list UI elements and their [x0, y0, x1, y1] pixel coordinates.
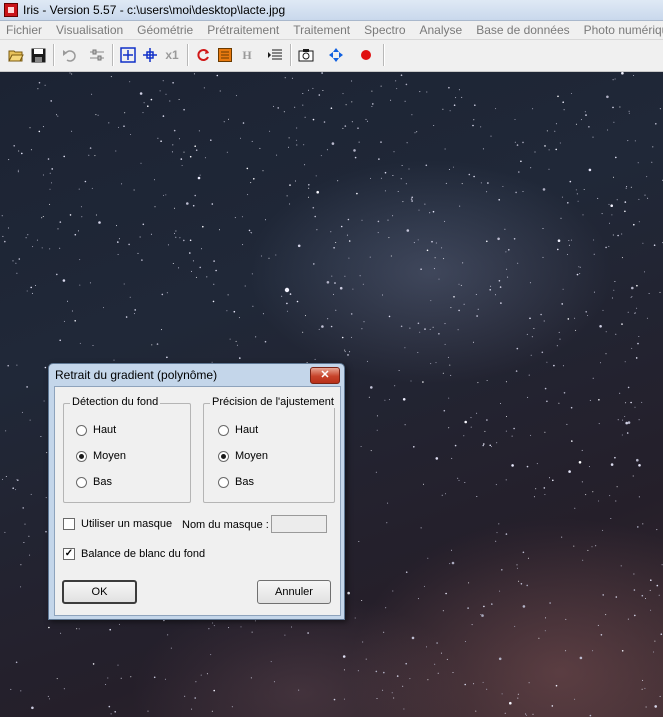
group-legend: Précision de l'ajustement: [210, 396, 336, 408]
ok-button[interactable]: OK: [62, 580, 137, 604]
zoom-move-icon[interactable]: [140, 45, 160, 65]
list-icon[interactable]: [265, 45, 285, 65]
save-icon[interactable]: [28, 45, 48, 65]
menu-visualisation[interactable]: Visualisation: [49, 23, 130, 37]
mask-name-label: Nom du masque :: [182, 519, 269, 531]
radio-label: Bas: [93, 476, 112, 488]
radio-indicator[interactable]: [218, 424, 229, 436]
undo-icon[interactable]: [60, 45, 80, 65]
menu-photo-numerique[interactable]: Photo numérique: [577, 23, 663, 37]
white-balance-checkbox[interactable]: ✓ Balance de blanc du fond: [63, 548, 205, 560]
checkbox-label: Utiliser un masque: [81, 518, 173, 530]
radio-indicator[interactable]: [76, 424, 87, 436]
background-detection-group: Détection du fond Haut Moyen Bas: [63, 396, 191, 503]
checkbox-label: Balance de blanc du fond: [81, 548, 206, 560]
radio-label: Haut: [235, 424, 259, 436]
radio-indicator[interactable]: [218, 476, 229, 488]
use-mask-checkbox[interactable]: Utiliser un masque: [63, 518, 172, 530]
fit-precision-group: Précision de l'ajustement Haut Moyen Bas: [203, 396, 336, 503]
rotate-icon[interactable]: [193, 45, 213, 65]
radio-label: Moyen: [93, 450, 127, 462]
threshold-icon[interactable]: [87, 45, 107, 65]
close-button[interactable]: ✕: [310, 367, 340, 384]
header-button[interactable]: H: [237, 45, 257, 65]
checkbox-indicator[interactable]: [63, 518, 75, 530]
menu-base-de-donnees[interactable]: Base de données: [469, 23, 576, 37]
palette-icon[interactable]: [215, 45, 235, 65]
radio-label: Haut: [93, 424, 117, 436]
menu-analyse[interactable]: Analyse: [413, 23, 470, 37]
detection-moyen-radio[interactable]: Moyen: [76, 450, 126, 462]
detection-haut-radio[interactable]: Haut: [76, 424, 116, 436]
precision-moyen-radio[interactable]: Moyen: [218, 450, 268, 462]
precision-bas-radio[interactable]: Bas: [218, 476, 254, 488]
toolbar: x1 H: [0, 40, 663, 72]
precision-haut-radio[interactable]: Haut: [218, 424, 258, 436]
menu-fichier[interactable]: Fichier: [0, 23, 49, 37]
menu-traitement[interactable]: Traitement: [286, 23, 357, 37]
menu-spectro[interactable]: Spectro: [357, 23, 412, 37]
menu-bar: Fichier Visualisation Géométrie Prétrait…: [0, 21, 663, 40]
menu-geometrie[interactable]: Géométrie: [130, 23, 200, 37]
checkbox-indicator[interactable]: ✓: [63, 548, 75, 560]
open-icon[interactable]: [6, 45, 26, 65]
zoom-in-icon[interactable]: [118, 45, 138, 65]
dialog-title: Retrait du gradient (polynôme): [55, 368, 218, 382]
group-legend: Détection du fond: [70, 396, 161, 408]
window-title: Iris - Version 5.57 - c:\users\moi\deskt…: [23, 3, 286, 17]
radio-indicator[interactable]: [76, 476, 87, 488]
title-bar: Iris - Version 5.57 - c:\users\moi\deskt…: [0, 0, 663, 21]
record-icon[interactable]: [356, 45, 376, 65]
menu-pretraitement[interactable]: Prétraitement: [200, 23, 286, 37]
camera-icon[interactable]: [296, 45, 316, 65]
app-icon: [4, 3, 18, 17]
dialog-body: Détection du fond Haut Moyen Bas Précisi…: [54, 386, 341, 616]
mask-name-input[interactable]: [271, 515, 327, 533]
gradient-removal-dialog: Retrait du gradient (polynôme) ✕ Détecti…: [48, 363, 345, 620]
cancel-button[interactable]: Annuler: [257, 580, 331, 604]
radio-indicator[interactable]: [218, 450, 229, 462]
pan-icon[interactable]: [326, 45, 346, 65]
radio-indicator[interactable]: [76, 450, 87, 462]
x1-button[interactable]: x1: [162, 45, 182, 65]
radio-label: Moyen: [235, 450, 269, 462]
detection-bas-radio[interactable]: Bas: [76, 476, 112, 488]
radio-label: Bas: [235, 476, 254, 488]
